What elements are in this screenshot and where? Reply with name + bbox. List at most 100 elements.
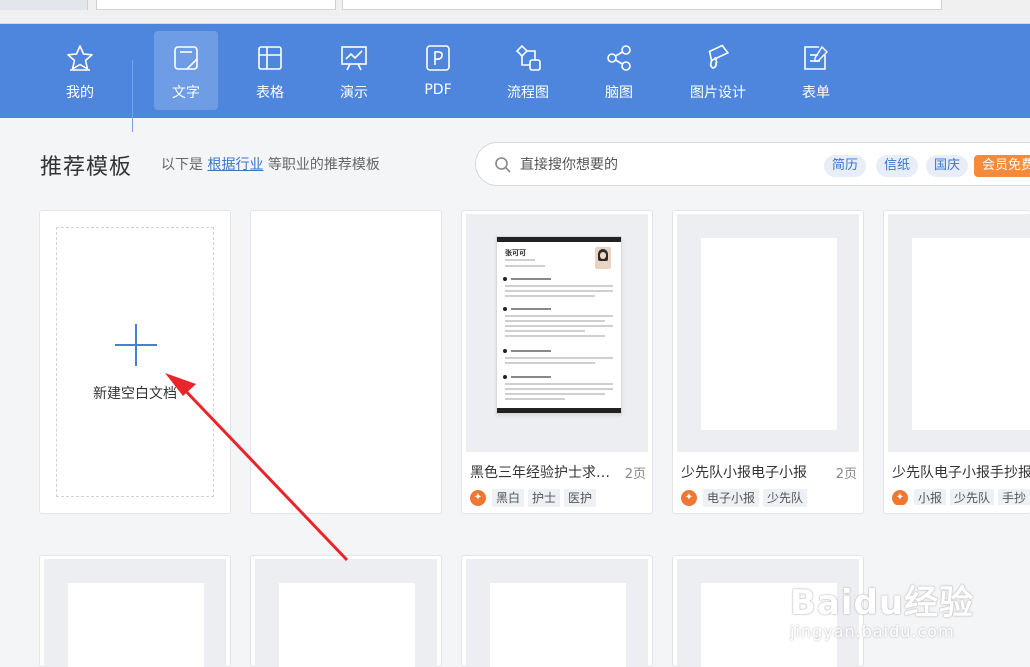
tag[interactable]: 小报 (914, 488, 947, 505)
toolbar-item-pdf[interactable]: PDF (406, 31, 470, 110)
resume-section-dot (503, 349, 507, 353)
browser-tab-strip (0, 0, 1030, 24)
resume-line (511, 376, 551, 378)
new-blank-document-label: 新建空白文档 (93, 386, 177, 402)
template-preview-page (912, 238, 1030, 430)
template-search-box: 简历 信纸 国庆 会员免费 (475, 142, 1030, 186)
template-thumbnail (466, 559, 648, 667)
mindmap-icon (607, 45, 631, 71)
resume-line (505, 383, 613, 385)
template-card-blank[interactable] (250, 210, 442, 514)
toolbar-label: 演示 (340, 85, 368, 101)
toolbar-item-form[interactable]: 表单 (784, 31, 848, 110)
subtitle-prefix: 以下是 (161, 157, 203, 173)
template-preview-page (701, 238, 837, 430)
image-design-icon (708, 44, 730, 69)
resume-line (511, 278, 551, 280)
toolbar-label: 表格 (256, 85, 284, 101)
resume-line (511, 308, 551, 310)
resume-line (505, 259, 535, 261)
toolbar-label: 脑图 (605, 85, 633, 101)
toolbar-label: 文字 (172, 85, 200, 101)
resume-line (505, 320, 605, 322)
resume-name: 张可可 (505, 249, 526, 257)
toolbar-item-sheet[interactable]: 表格 (238, 31, 302, 110)
toolbar-label: 我的 (66, 85, 94, 101)
toolbar-label: 流程图 (507, 85, 549, 101)
resume-preview: 张可可 (496, 236, 622, 414)
category-toolbar: 我的 文字 表格 演示 PDF 流程图 脑图 图片设计 表单 (0, 24, 1030, 132)
resume-line (505, 315, 613, 317)
toolbar-item-slides[interactable]: 演示 (322, 31, 386, 110)
tag[interactable]: 黑白 (492, 488, 525, 507)
template-card[interactable]: 张可可 黑色三年经验护士求职... 2页 ✦ 黑白 护士 医护 (461, 210, 653, 514)
template-thumbnail (677, 214, 859, 452)
search-chip-letter[interactable]: 信纸 (876, 155, 919, 177)
browser-tab[interactable] (0, 0, 88, 10)
template-title: 黑色三年经验护士求职... (470, 465, 615, 481)
wps-logo-icon: ✦ (892, 489, 908, 505)
resume-line (505, 357, 613, 359)
template-page-count: 2页 (835, 467, 857, 482)
resume-line (511, 350, 551, 352)
template-thumbnail: 张可可 (466, 214, 648, 452)
vip-free-button[interactable]: 会员免费 (974, 155, 1030, 177)
toolbar-item-flowchart[interactable]: 流程图 (496, 31, 560, 110)
resume-line (505, 330, 585, 332)
template-card[interactable] (250, 555, 442, 667)
resume-line (505, 290, 613, 292)
new-blank-document-card[interactable]: 新建空白文档 (39, 210, 231, 514)
baidu-watermark: Baidu经验 (790, 583, 975, 623)
flowchart-icon (515, 44, 541, 71)
search-input[interactable] (520, 153, 810, 177)
toolbar-item-mine[interactable]: 我的 (48, 31, 112, 110)
resume-footer-bar (497, 408, 621, 413)
document-icon (174, 46, 198, 70)
template-tags: ✦ 小报 少先队 手抄 (892, 487, 1030, 505)
tag[interactable]: 电子小报 (703, 488, 760, 507)
template-card[interactable] (461, 555, 653, 667)
table-icon (258, 46, 282, 70)
resume-line (505, 295, 595, 297)
search-chip-resume[interactable]: 简历 (824, 155, 867, 177)
template-tags: ✦ 电子小报 少先队 (681, 487, 811, 507)
toolbar-item-text[interactable]: 文字 (154, 31, 218, 110)
toolbar-item-image-design[interactable]: 图片设计 (686, 31, 750, 110)
tag[interactable]: 少先队 (763, 488, 808, 507)
resume-section-dot (503, 307, 507, 311)
resume-line (505, 388, 613, 390)
browser-search-bar[interactable] (342, 0, 942, 10)
tag[interactable]: 少先队 (950, 488, 995, 505)
template-page-count: 2页 (624, 467, 646, 482)
template-card[interactable]: 少先队电子小报手抄报 ✦ 小报 少先队 手抄 (883, 210, 1030, 514)
tag[interactable]: 手抄 (998, 488, 1030, 505)
toolbar-item-mindmap[interactable]: 脑图 (587, 31, 651, 110)
template-card[interactable] (39, 555, 231, 667)
resume-line (505, 325, 613, 327)
search-chip-national-day[interactable]: 国庆 (926, 155, 969, 177)
resume-line (505, 393, 605, 395)
section-subtitle: 以下是 根据行业 等职业的推荐模板 (161, 154, 380, 174)
plus-icon (115, 324, 157, 366)
toolbar-label: 表单 (802, 85, 830, 101)
template-preview-page (279, 583, 415, 667)
wps-logo-icon: ✦ (681, 489, 697, 506)
star-icon (67, 45, 93, 71)
tag[interactable]: 医护 (564, 488, 597, 507)
resume-photo (595, 247, 611, 269)
template-title: 少先队电子小报手抄报 (892, 465, 1030, 481)
resume-line (505, 398, 565, 400)
tag[interactable]: 护士 (528, 488, 561, 507)
pdf-icon (426, 45, 450, 71)
section-title: 推荐模板 (40, 155, 133, 180)
template-preview-page (490, 583, 626, 667)
resume-line (505, 265, 545, 267)
toolbar-label: 图片设计 (690, 85, 746, 101)
resume-header-bar (497, 237, 621, 242)
resume-section-dot (503, 277, 507, 281)
template-card[interactable]: 少先队小报电子小报 2页 ✦ 电子小报 少先队 (672, 210, 864, 514)
address-bar[interactable] (96, 0, 336, 10)
industry-link[interactable]: 根据行业 (207, 157, 263, 173)
search-icon (495, 157, 511, 173)
resume-line (505, 335, 605, 337)
